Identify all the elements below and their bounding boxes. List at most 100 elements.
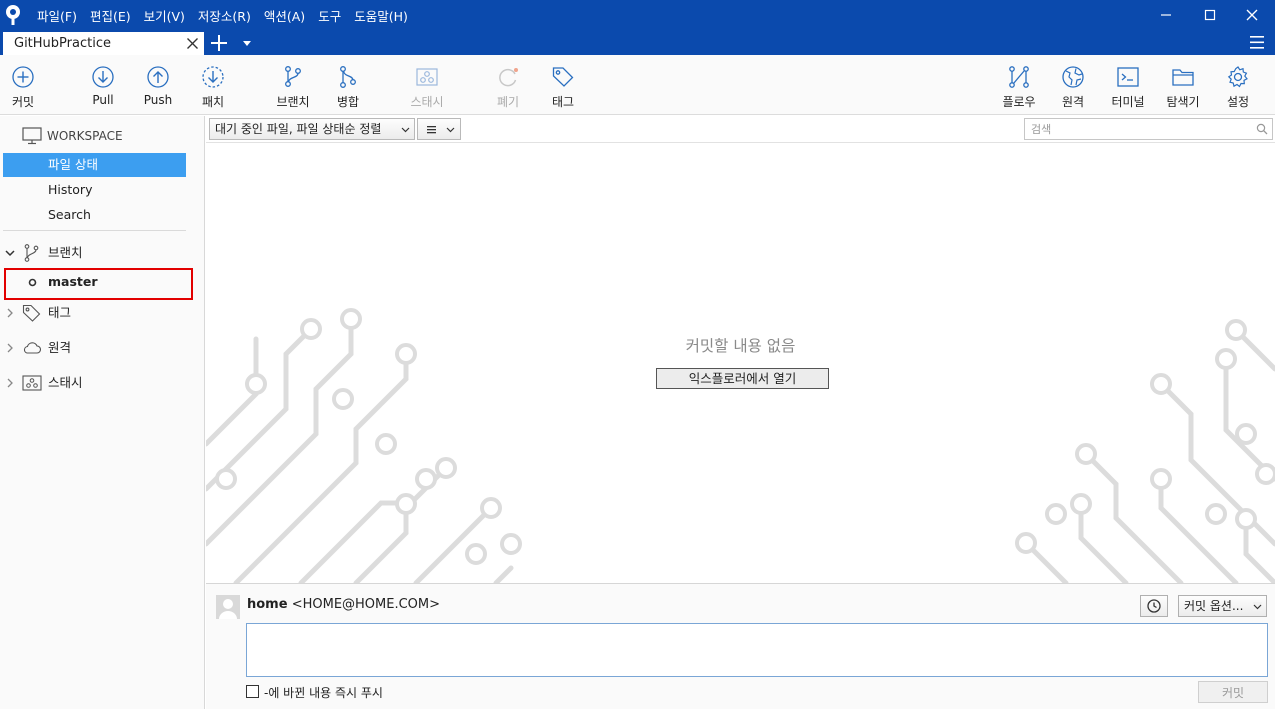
push-immediately-checkbox[interactable]: [246, 685, 259, 698]
sidebar-item-file-status[interactable]: 파일 상태: [3, 153, 186, 177]
flow-button[interactable]: 플로우: [996, 55, 1042, 115]
sidebar-remotes-header[interactable]: 원격: [0, 336, 205, 360]
discard-icon: [499, 68, 518, 87]
commit-message-input[interactable]: [246, 623, 1268, 677]
stash-label: 스태시: [410, 95, 444, 109]
file-status-panel: 커밋할 내용 없음 익스플로러에서 열기: [206, 144, 1275, 583]
highlight-box: [4, 268, 193, 300]
menu-tools[interactable]: 도구: [318, 6, 341, 25]
chevron-down-icon: [1253, 602, 1262, 611]
monitor-icon: [22, 127, 42, 145]
commit-tool-button[interactable]: 커밋: [0, 55, 46, 115]
sidebar-tags-header[interactable]: 태그: [0, 301, 205, 325]
sidebar-stashes-header[interactable]: 스태시: [0, 371, 205, 395]
discard-button[interactable]: 폐기: [485, 55, 531, 115]
terminal-button[interactable]: 터미널: [1105, 55, 1151, 115]
pull-button[interactable]: Pull: [80, 55, 126, 115]
push-button[interactable]: Push: [135, 55, 181, 115]
tab-label: GitHubPractice: [14, 36, 111, 51]
maximize-icon: [1204, 9, 1216, 21]
menu-view[interactable]: 보기(V): [144, 6, 185, 25]
tab-bar: GitHubPractice: [0, 30, 1275, 55]
discard-label: 폐기: [496, 95, 520, 109]
empty-state-message: 커밋할 내용 없음: [685, 337, 796, 355]
search-icon: [1256, 123, 1268, 135]
workspace-label: WORKSPACE: [47, 129, 123, 143]
file-filter-dropdown[interactable]: 대기 중인 파일, 파일 상태순 정렬: [209, 118, 415, 140]
stash-button[interactable]: 스태시: [404, 55, 450, 115]
tag-label: 태그: [551, 95, 575, 109]
remotes-label: 원격: [48, 340, 72, 355]
caret-down-icon[interactable]: [240, 36, 254, 50]
sidebar-item-history[interactable]: History: [0, 178, 205, 202]
menu-file[interactable]: 파일(F): [37, 6, 77, 25]
stash-icon: [416, 68, 438, 86]
remote-button[interactable]: 원격: [1050, 55, 1096, 115]
maximize-button[interactable]: [1187, 0, 1233, 30]
sidebar-workspace-header: WORKSPACE: [0, 124, 205, 148]
menu-bar: 파일(F) 편집(E) 보기(V) 저장소(R) 액션(A) 도구 도움말(H): [37, 0, 421, 30]
chevron-down-icon[interactable]: [4, 247, 16, 259]
folder-icon: [1172, 69, 1194, 86]
plus-icon[interactable]: [209, 33, 229, 53]
stash-icon: [22, 375, 42, 391]
chevron-right-icon[interactable]: [4, 342, 16, 354]
explorer-label: 탐색기: [1166, 95, 1200, 109]
sidebar-divider: [3, 230, 186, 231]
tag-button[interactable]: 태그: [540, 55, 586, 115]
hamburger-icon[interactable]: [1248, 34, 1268, 51]
search-input[interactable]: [1024, 118, 1273, 140]
plus-circle-icon: [12, 66, 34, 88]
chevron-down-icon: [446, 127, 455, 133]
open-in-explorer-button[interactable]: 익스플로러에서 열기: [656, 368, 829, 389]
close-window-button[interactable]: [1229, 0, 1275, 30]
explorer-button[interactable]: 탐색기: [1160, 55, 1206, 115]
close-tab-icon[interactable]: [186, 37, 199, 50]
remote-label: 원격: [1061, 95, 1085, 109]
tab-githubpractice[interactable]: GitHubPractice: [3, 32, 204, 55]
title-bar: 파일(F) 편집(E) 보기(V) 저장소(R) 액션(A) 도구 도움말(H): [0, 0, 1275, 30]
menu-edit[interactable]: 편집(E): [90, 6, 131, 25]
author-email: <HOME@HOME.COM>: [291, 597, 441, 612]
merge-icon: [340, 66, 356, 88]
flow-label: 플로우: [1002, 95, 1036, 109]
clock-icon: [1147, 599, 1161, 613]
sidebar-branches-header[interactable]: 브랜치: [0, 241, 205, 265]
fetch-label: 패치: [201, 95, 225, 109]
globe-icon: [1062, 66, 1084, 88]
list-icon: [427, 126, 436, 134]
arrow-down-circle-icon: [92, 66, 114, 88]
settings-button[interactable]: 설정: [1215, 55, 1261, 115]
menu-help[interactable]: 도움말(H): [354, 6, 408, 25]
close-icon: [1246, 9, 1258, 21]
fetch-button[interactable]: 패치: [190, 55, 236, 115]
chevron-right-icon[interactable]: [4, 307, 16, 319]
author-name: home: [247, 597, 288, 612]
commit-history-button[interactable]: [1140, 595, 1168, 617]
terminal-icon: [1117, 67, 1139, 87]
branch-button[interactable]: 브랜치: [270, 55, 316, 115]
commit-author: home <HOME@HOME.COM>: [247, 597, 440, 612]
commit-options-dropdown[interactable]: 커밋 옵션...: [1178, 595, 1267, 617]
gear-icon: [1227, 66, 1248, 88]
chevron-right-icon[interactable]: [4, 377, 16, 389]
user-icon: [219, 599, 237, 619]
commit-options-label: 커밋 옵션...: [1184, 599, 1244, 613]
menu-actions[interactable]: 액션(A): [264, 6, 305, 25]
git-flow-icon: [1009, 66, 1029, 88]
sidebar: WORKSPACE 파일 상태 History Search 브랜치 maste…: [0, 116, 205, 709]
commit-button[interactable]: 커밋: [1198, 681, 1268, 703]
minimize-button[interactable]: [1143, 0, 1189, 30]
commit-tool-label: 커밋: [11, 95, 35, 109]
view-mode-dropdown[interactable]: [417, 118, 461, 140]
branch-label: 브랜치: [276, 95, 310, 109]
branch-icon: [285, 66, 301, 87]
avatar: [216, 595, 240, 619]
stashes-label: 스태시: [48, 375, 83, 390]
merge-button[interactable]: 병합: [325, 55, 371, 115]
push-immediately-label: -에 바뀐 내용 즉시 푸시: [264, 686, 383, 700]
minimize-icon: [1161, 14, 1171, 16]
sidebar-item-search[interactable]: Search: [0, 203, 205, 227]
merge-label: 병합: [336, 95, 360, 109]
menu-repository[interactable]: 저장소(R): [198, 6, 251, 25]
